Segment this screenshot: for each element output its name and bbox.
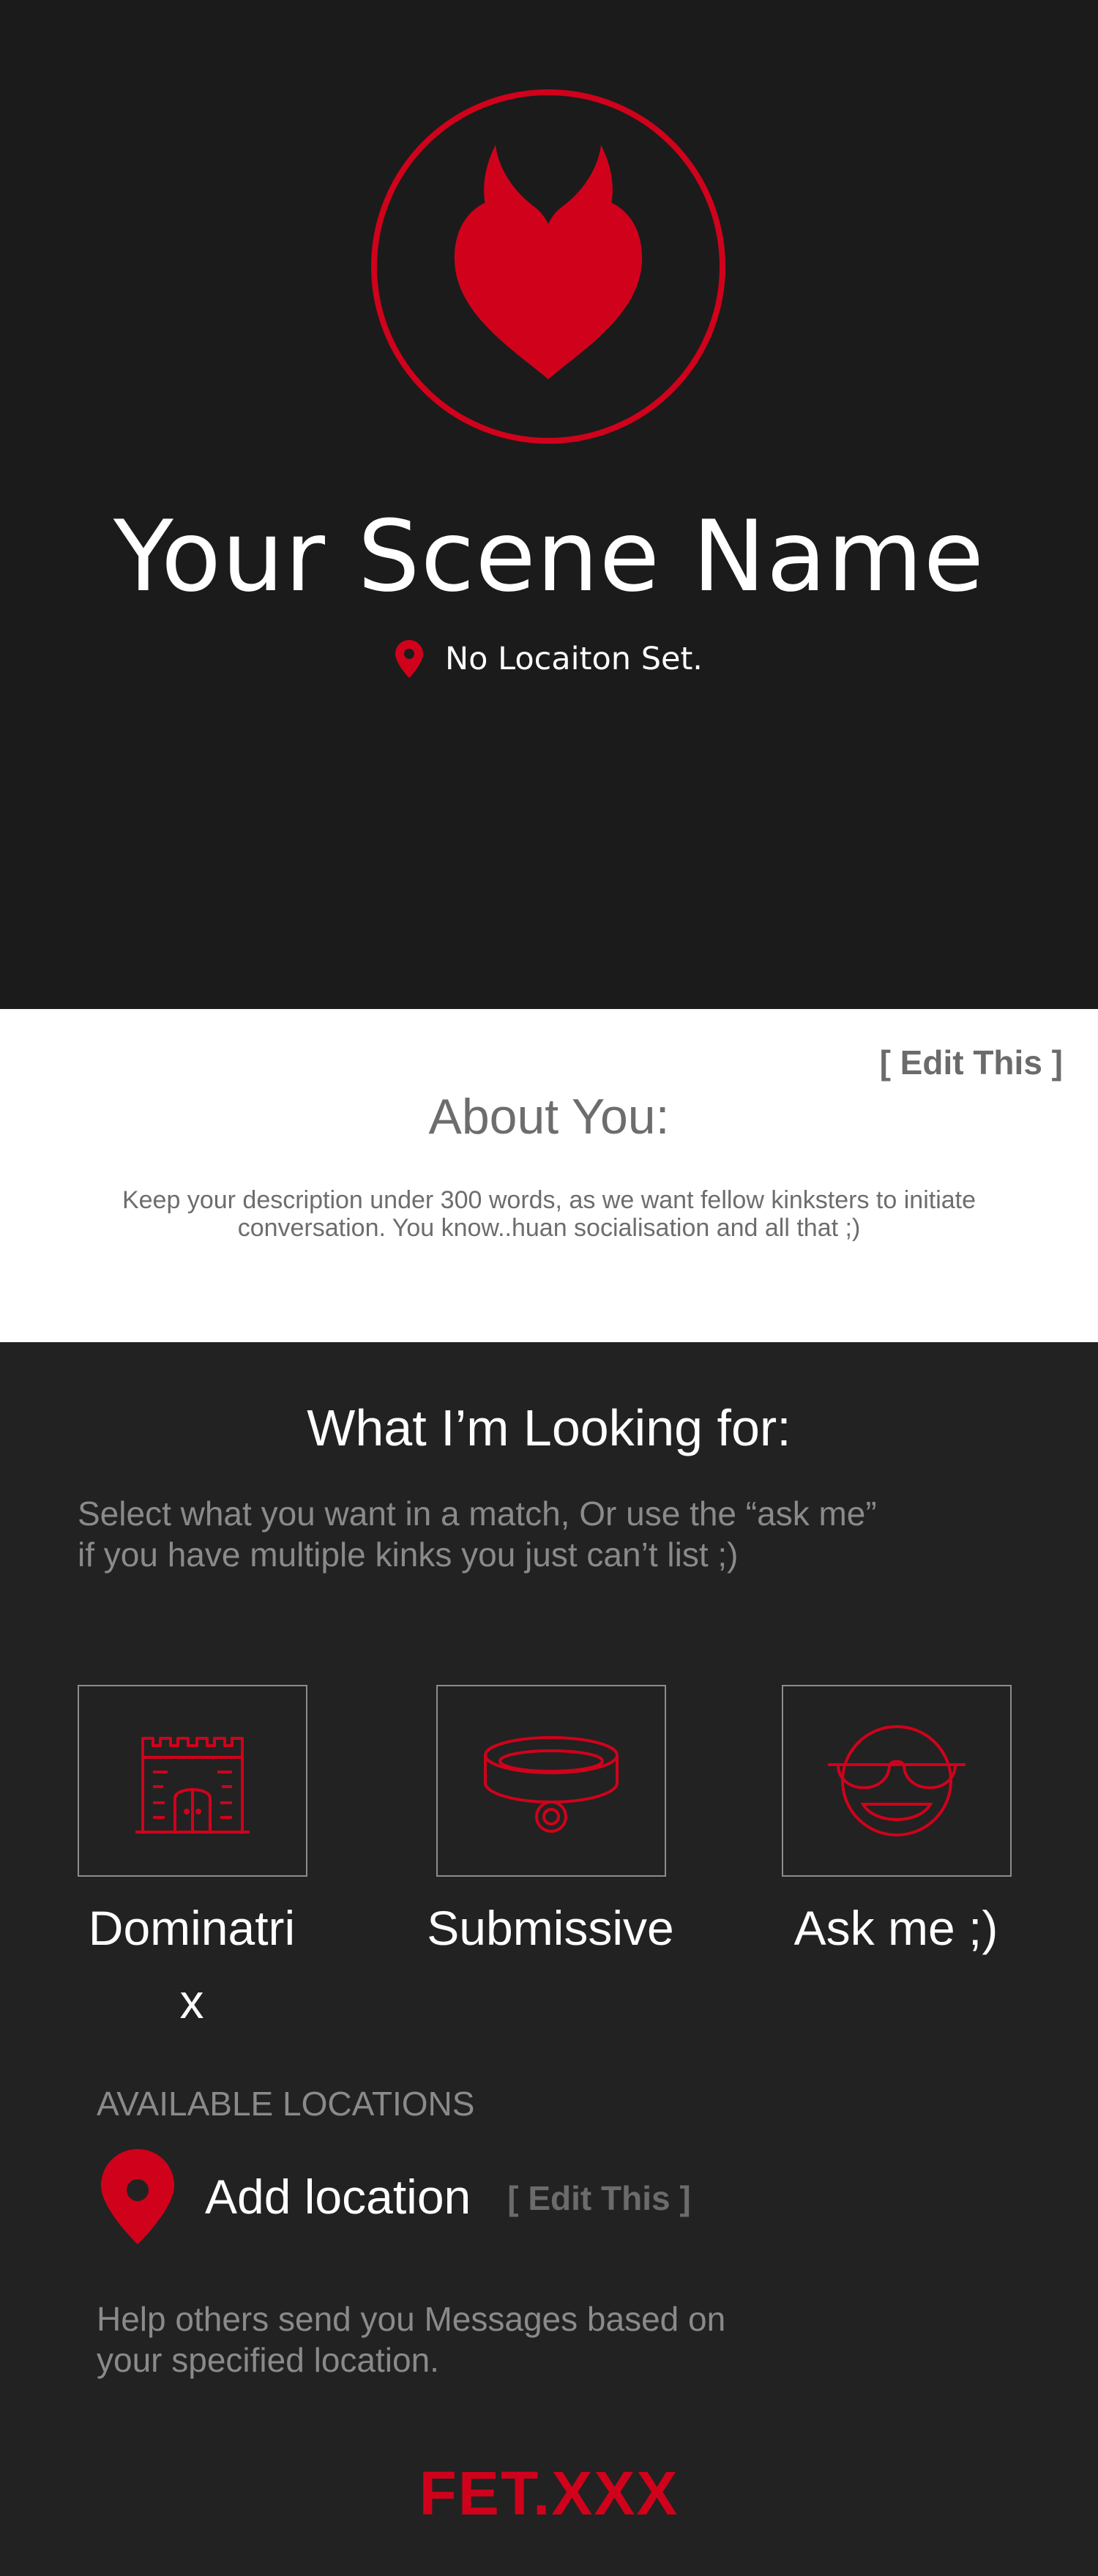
option-tile[interactable]	[78, 1685, 307, 1877]
option-ask-me[interactable]: Ask me ;)	[782, 1685, 1012, 1965]
location-status: No Locaiton Set.	[0, 636, 1098, 682]
about-section: [ Edit This ] About You: Keep your descr…	[0, 1009, 1098, 1342]
map-pin-icon	[101, 2149, 174, 2244]
about-description[interactable]: Keep your description under 300 words, a…	[110, 1186, 988, 1242]
looking-for-subtitle: Select what you want in a match, Or use …	[78, 1493, 956, 1575]
location-help-line: your specified location.	[97, 2341, 439, 2379]
looking-for-section: What I’m Looking for: Select what you wa…	[0, 1342, 1098, 2576]
about-title: About You:	[428, 1089, 670, 1144]
location-help-text: Help others send you Messages based on y…	[97, 2298, 829, 2380]
map-pin-icon	[395, 640, 424, 678]
option-label: Submissive	[427, 1901, 674, 1955]
looking-for-subtitle-line: if you have multiple kinks you just can’…	[78, 1535, 739, 1574]
location-text: No Locaiton Set.	[445, 641, 703, 677]
option-tile[interactable]	[436, 1685, 666, 1877]
looking-for-subtitle-line: Select what you want in a match, Or use …	[78, 1494, 877, 1533]
edit-location-button[interactable]: [ Edit This ]	[507, 2178, 690, 2218]
add-location-button[interactable]: Add location	[205, 2169, 471, 2225]
looking-for-title: What I’m Looking for:	[307, 1399, 791, 1456]
collar-icon	[484, 1736, 619, 1833]
available-locations-heading: AVAILABLE LOCATIONS	[97, 2085, 475, 2123]
option-label: Dominatrix	[88, 1901, 296, 2028]
option-dominatrix[interactable]: Dominatrix	[78, 1685, 307, 2038]
option-label: Ask me ;)	[793, 1901, 998, 1955]
edit-about-button[interactable]: [ Edit This ]	[880, 1043, 1063, 1082]
add-location-row: Add location [ Edit This ]	[101, 2149, 691, 2244]
sunglasses-smiley-icon	[828, 1725, 966, 1836]
scene-name: Your Scene Name	[113, 499, 985, 614]
profile-header: Your Scene Name No Locaiton Set.	[0, 0, 1098, 1009]
profile-avatar[interactable]	[370, 88, 727, 445]
option-submissive[interactable]: Submissive	[427, 1685, 674, 1965]
castle-icon	[135, 1737, 250, 1834]
devil-heart-icon	[371, 89, 725, 444]
brand-logo: FET.XXX	[419, 2459, 679, 2528]
option-tile[interactable]	[782, 1685, 1012, 1877]
location-help-line: Help others send you Messages based on	[97, 2300, 726, 2338]
